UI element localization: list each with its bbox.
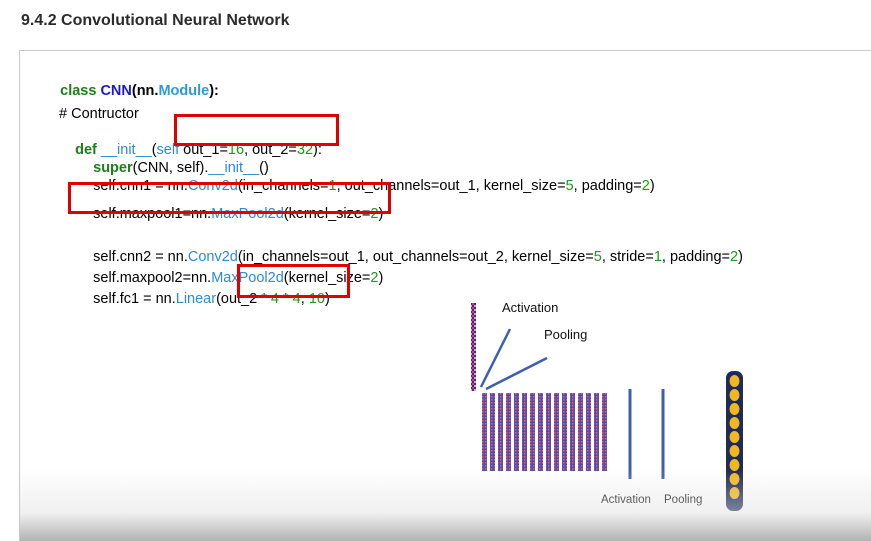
label-activation: Activation — [502, 300, 559, 315]
cnn-diagram — [471, 303, 743, 511]
label-activation-bottom: Activation — [601, 494, 651, 506]
label-pooling: Pooling — [544, 327, 588, 342]
section-heading: 9.4.2 Convolutional Neural Network — [21, 12, 290, 29]
connector-line — [485, 356, 548, 391]
label-pooling-bottom: Pooling — [664, 494, 703, 506]
slide-panel: class CNN(nn.Module): # Contructor def _… — [19, 50, 871, 541]
feature-maps — [482, 393, 607, 471]
input-image-strip — [471, 303, 476, 391]
output-neurons — [726, 371, 743, 511]
